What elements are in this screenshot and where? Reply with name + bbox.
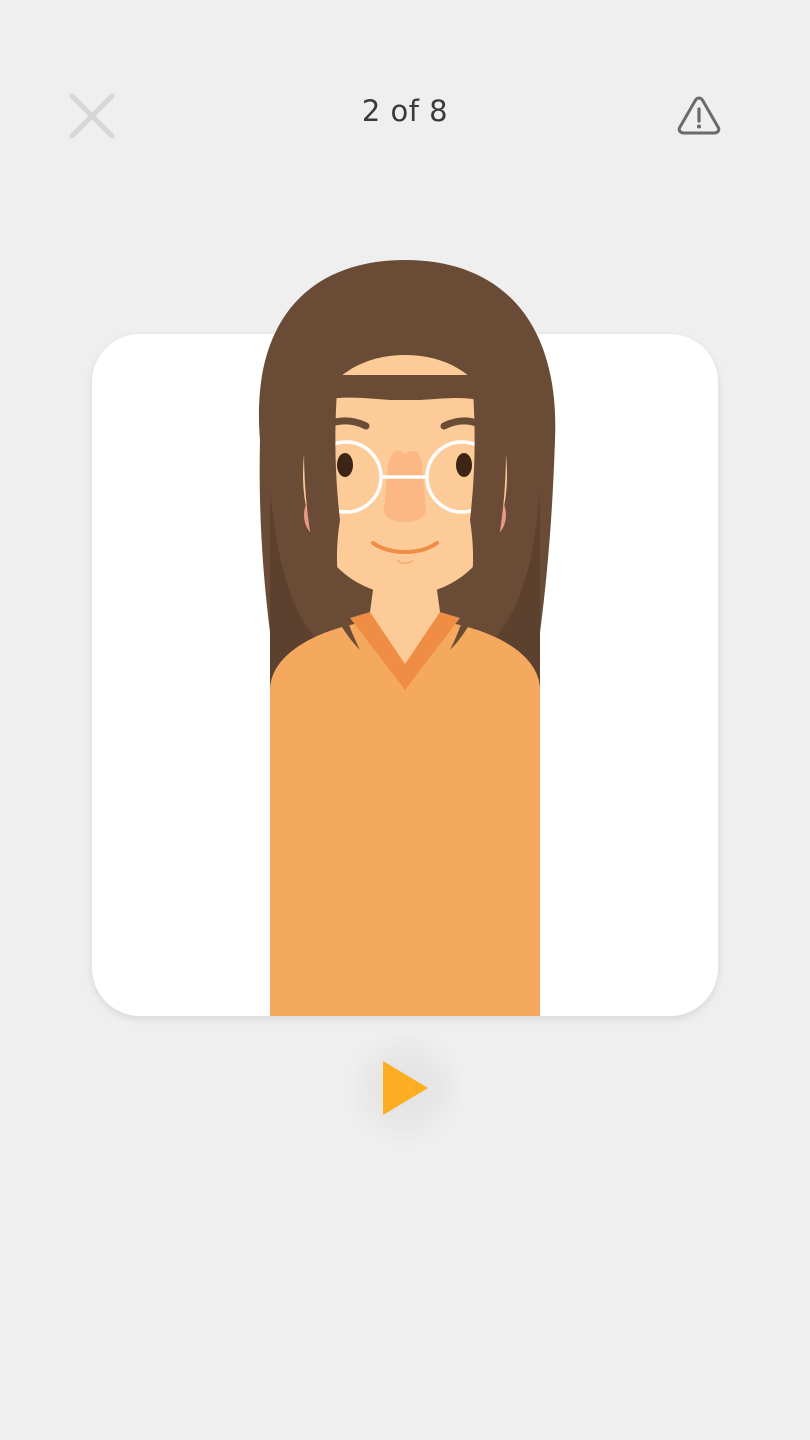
warning-triangle-icon: [677, 96, 721, 135]
play-icon: [383, 1061, 428, 1115]
avatar-illustration: [240, 250, 570, 1016]
report-button[interactable]: [676, 94, 722, 136]
top-bar: 2 of 8: [0, 0, 810, 230]
play-audio-button[interactable]: [345, 1028, 465, 1148]
